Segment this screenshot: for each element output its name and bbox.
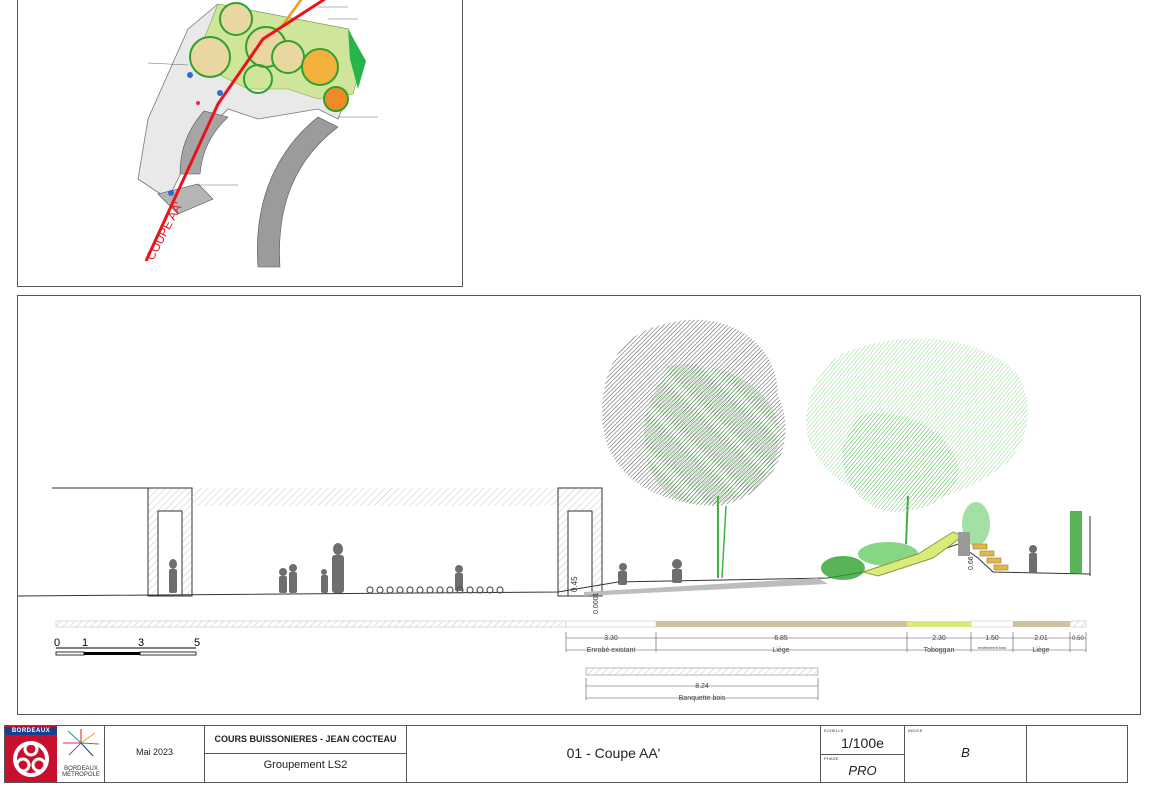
level-label-left: 0.45 [570,576,579,592]
bordeaux-logo: BORDEAUX [5,726,57,782]
wooden-steps [972,543,1009,571]
level-label-right: 0.66 [968,556,975,570]
plan-tree [323,86,349,112]
plan-marker [168,190,174,196]
dim-value-toboggan: 2.30 [932,635,946,642]
dim-label-bois: revêtement bois [978,645,1006,650]
metropole-text: BORDEAUX MÉTROPOLE [61,766,101,778]
scale-caption: ECHELLE [824,728,844,733]
plan-tree [301,48,339,86]
project-title: COURS BUISSONIERES - JEAN COCTEAU [214,734,397,744]
project-divider [205,753,406,754]
group-name: Groupement LS2 [263,759,348,771]
scale-phase-cell: ECHELLE 1/100e PHASE PRO [821,726,905,782]
scale-tick-3: 3 [138,637,144,649]
plan-view-frame: COUPE AA' [17,0,463,287]
plan-tree [219,2,253,36]
plan-bleachers [257,116,339,268]
dim-value-enrobe: 3.30 [604,635,618,642]
dim-label-enrobe: Enrobé existant [587,647,636,654]
plan-tree [271,40,305,74]
surface-strip-liege [656,621,907,627]
level-label-bottom: 0.0001 [593,592,600,614]
logo-line-2: MÉTROPOLE [62,772,100,778]
bench-dim-label: Banquette bois [679,695,726,702]
slide-tower [958,532,970,556]
section-view-frame: 0.45 0.0001 0.66 0 1 3 5 3.30 Enrobé exi… [17,295,1141,715]
dimension-lines [565,632,1087,652]
scale-tick-5: 5 [194,637,200,649]
dim-label-liege: Liège [772,647,789,654]
dim-label-toboggan: Toboggan [924,647,955,654]
logo-cell: BORDEAUX BORDEAUX MÉTROPOLE [5,726,105,782]
bordeaux-emblem-icon [13,741,49,777]
date-cell: Mai 2023 [105,726,205,782]
surface-strip-existing [55,620,567,628]
section-view: 0.45 0.0001 0.66 0 1 3 5 3.30 Enrobé exi… [17,319,1091,702]
plan-marker [217,90,223,96]
scale-tick-0: 0 [54,637,60,649]
plan-view: COUPE AA' [137,0,378,268]
plan-marker [187,72,193,78]
project-cell: COURS BUISSONIERES - JEAN COCTEAU Groupe… [205,726,407,782]
date-text: Mai 2023 [135,747,174,757]
metropole-star-icon [63,729,100,757]
section-line-label: COUPE AA' [143,200,185,263]
title-block: BORDEAUX BORDEAUX MÉTROPOLE Mai 2023 COU… [4,725,1128,783]
index-value: B [961,745,970,760]
dim-value-liege: 6.85 [774,635,788,642]
phase-caption: PHASE [824,756,839,761]
logo-top-text: BORDEAUX [5,727,57,735]
index-caption: INDICE [908,728,923,733]
bench-dim-value: 8.24 [695,683,709,690]
scale-divider [821,754,904,755]
surface-strip-toboggan [907,621,971,627]
canopy [192,488,558,506]
dim-value-liege-2: 2.01 [1034,635,1048,642]
scale-tick-1: 1 [82,637,88,649]
dim-value-bois: 1.50 [985,635,999,642]
bench-strip [585,667,819,676]
plan-marker [196,101,200,105]
drawing-title: 01 - Coupe AA' [566,745,661,761]
scale-bar: 0 1 3 5 [54,637,200,656]
scale-value: 1/100e [841,735,884,751]
tree-dark [602,319,786,579]
surface-strip-liege-2 [1013,621,1070,627]
surface-strip-enrobe [565,620,657,628]
plan-tree [189,36,231,78]
surface-strip-bois [970,620,1014,628]
dim-value-end: 0.50 [1072,636,1084,642]
drawing-cell: 01 - Coupe AA' [407,726,821,782]
phase-value: PRO [848,763,877,778]
tree-light [806,338,1028,545]
surface-strip-end [1069,620,1087,628]
index-cell: INDICE B [905,726,1027,782]
empty-cell [1027,726,1127,782]
balance-bikes [366,586,504,594]
dim-label-liege-2: Liège [1032,647,1049,654]
